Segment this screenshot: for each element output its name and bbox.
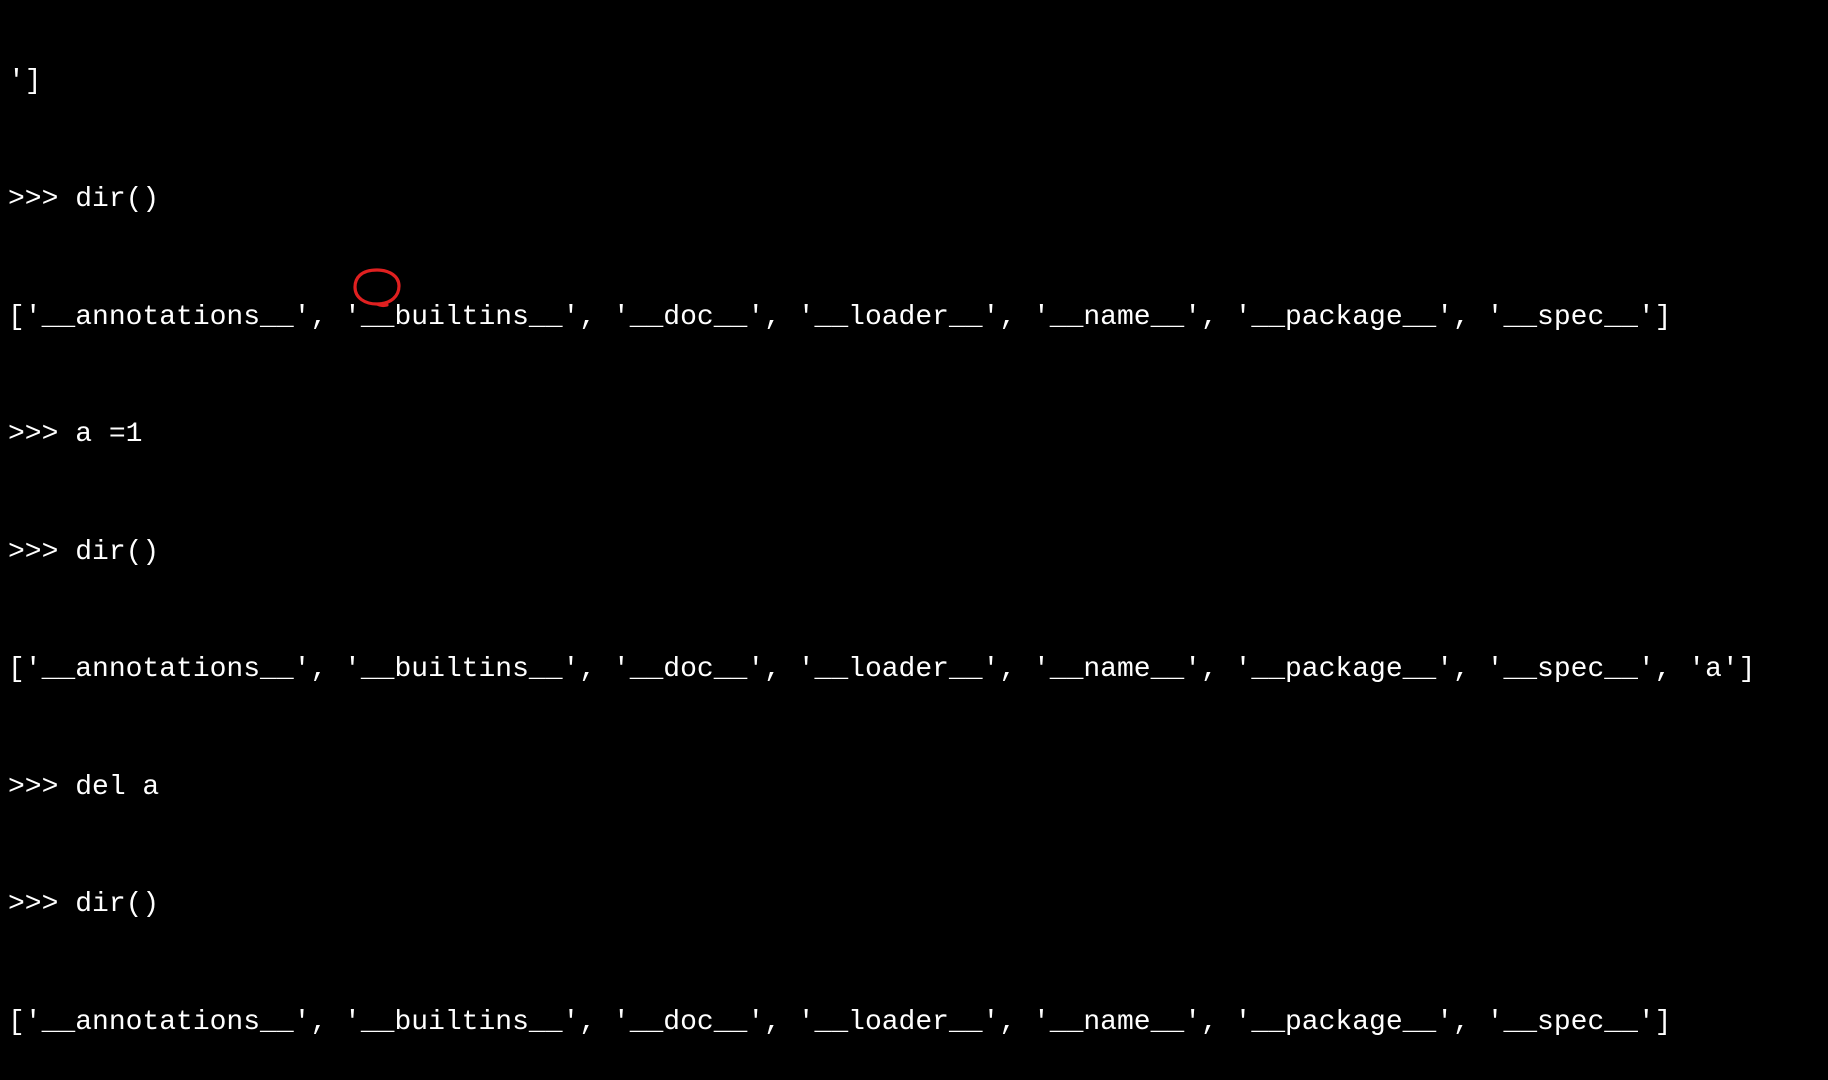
command-text: dir() xyxy=(75,889,159,920)
terminal-input-line: >>> dir() xyxy=(8,533,1820,572)
command-text: dir() xyxy=(75,184,159,215)
output-text: ['__annotations__', '__builtins__', '__d… xyxy=(8,302,1671,333)
prompt-marker: >>> xyxy=(8,889,75,920)
terminal-output-line: ['__annotations__', '__builtins__', '__d… xyxy=(8,650,1820,689)
prompt-marker: >>> xyxy=(8,772,75,803)
terminal-output-line: ['__annotations__', '__builtins__', '__d… xyxy=(8,1003,1820,1042)
terminal-input-line: >>> a =1 xyxy=(8,415,1820,454)
terminal-output-line: ['__annotations__', '__builtins__', '__d… xyxy=(8,298,1820,337)
terminal-input-line: >>> del a xyxy=(8,768,1820,807)
command-text: dir() xyxy=(75,537,159,568)
command-text: a =1 xyxy=(75,419,142,450)
output-text: ['__annotations__', '__builtins__', '__d… xyxy=(8,1007,1671,1038)
terminal-output-area[interactable]: '] >>> dir() ['__annotations__', '__buil… xyxy=(8,4,1820,1080)
output-text: '] xyxy=(8,66,42,97)
terminal-output-line: '] xyxy=(8,62,1820,101)
prompt-marker: >>> xyxy=(8,419,75,450)
output-text: ['__annotations__', '__builtins__', '__d… xyxy=(8,654,1755,685)
prompt-marker: >>> xyxy=(8,537,75,568)
prompt-marker: >>> xyxy=(8,184,75,215)
command-text: del a xyxy=(75,772,159,803)
terminal-input-line: >>> dir() xyxy=(8,885,1820,924)
terminal-input-line: >>> dir() xyxy=(8,180,1820,219)
